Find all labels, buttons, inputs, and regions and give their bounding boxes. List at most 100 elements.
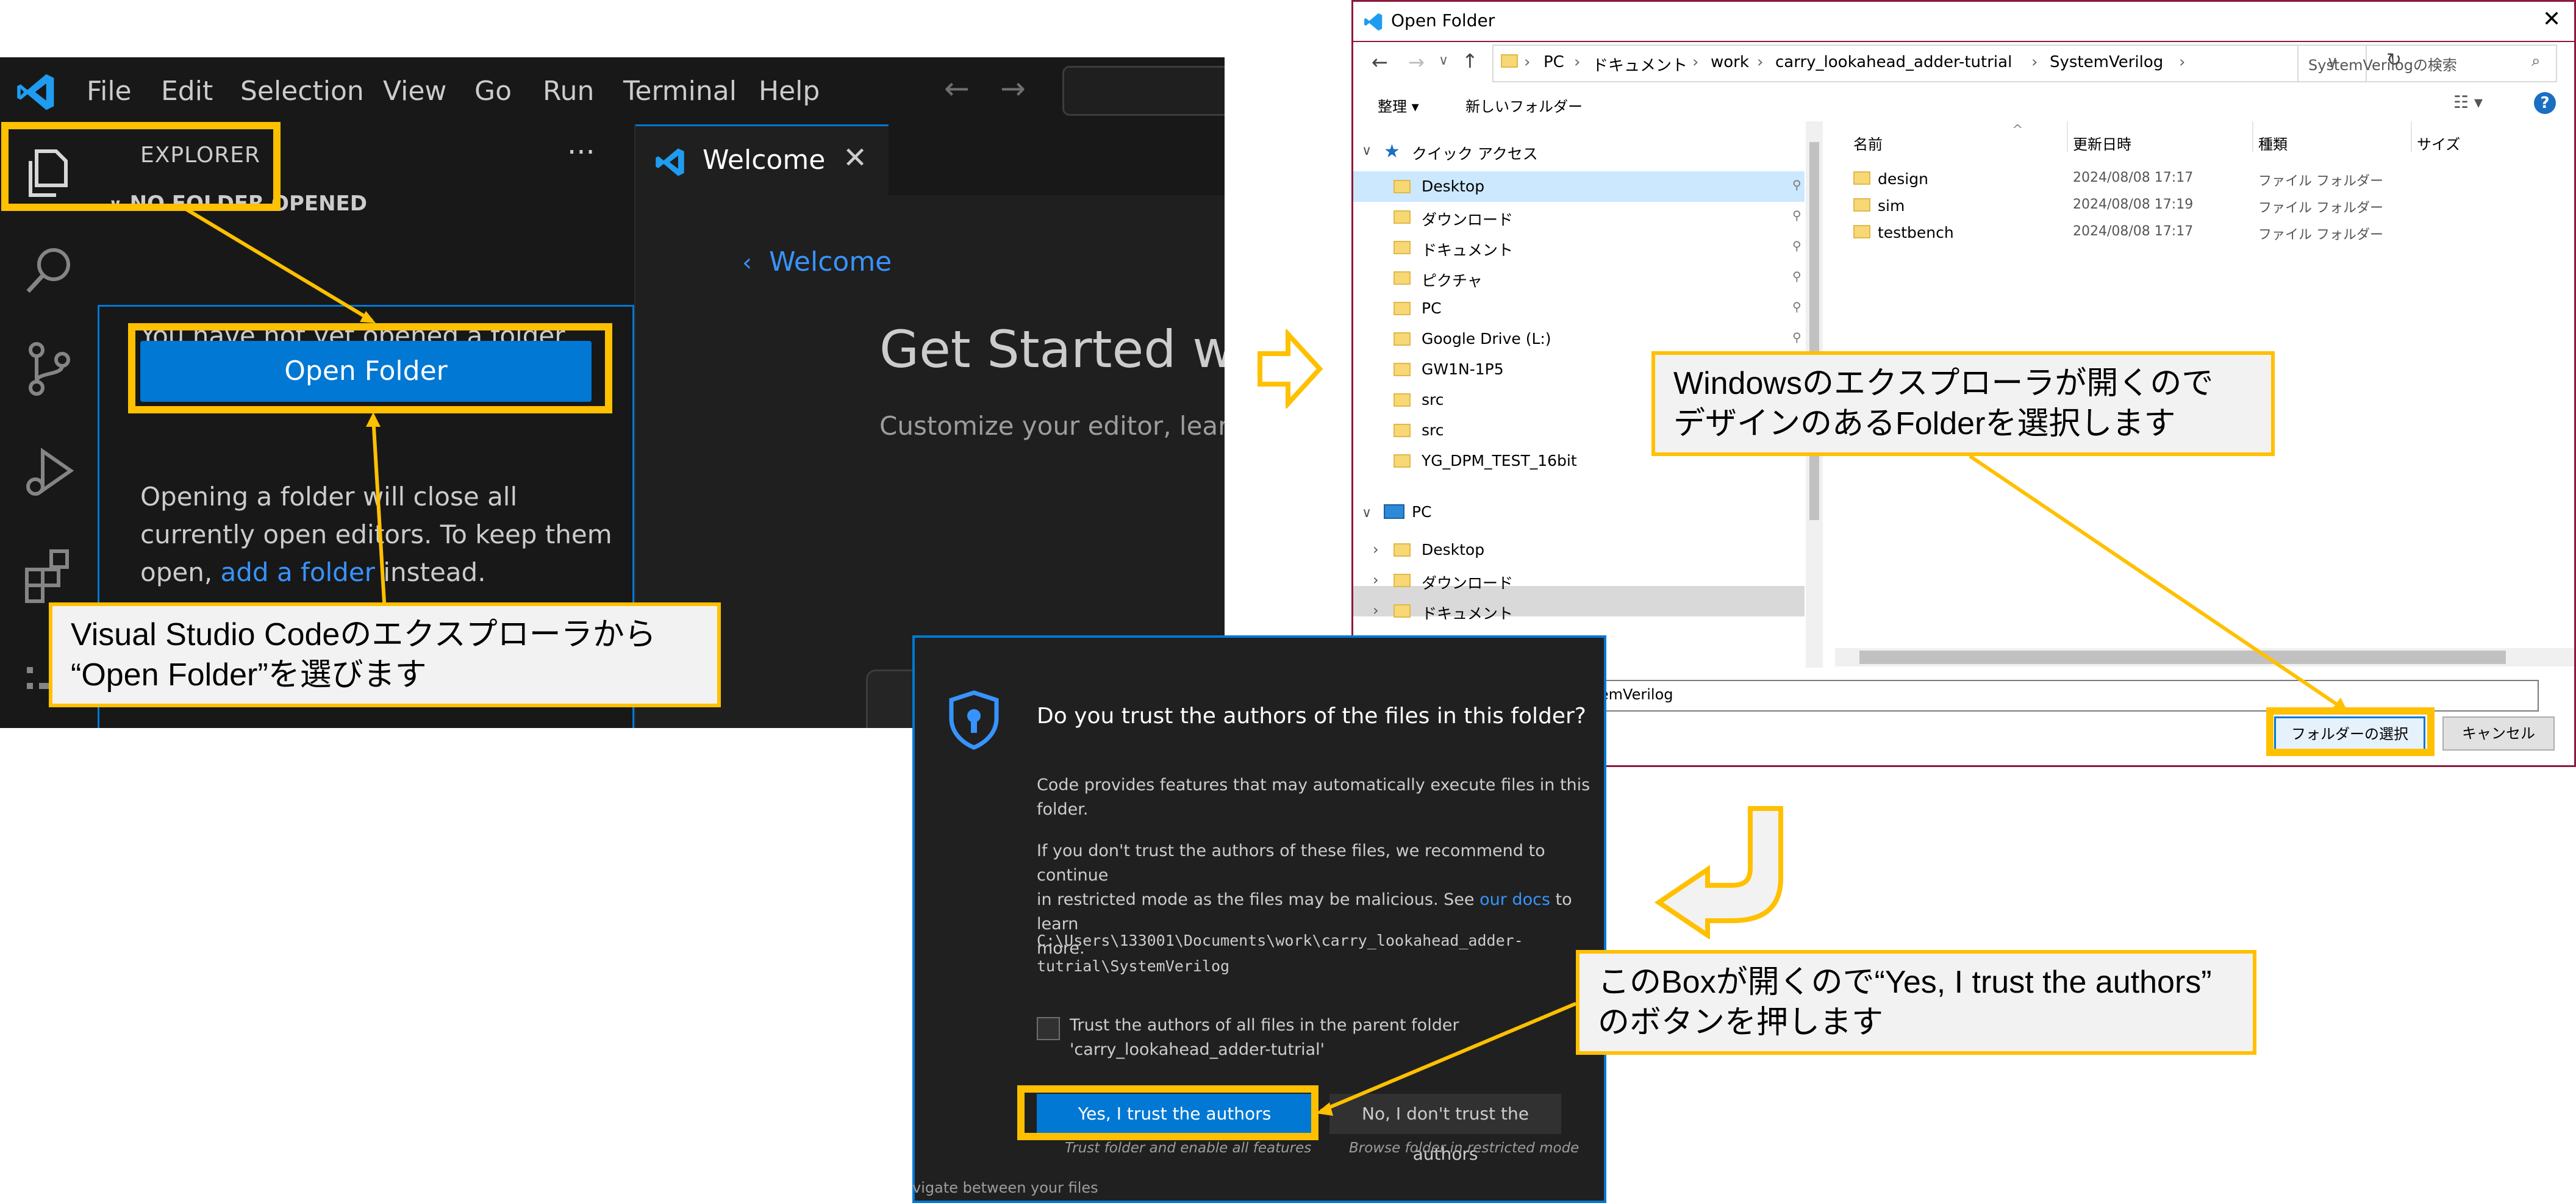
- menu-run[interactable]: Run: [543, 73, 594, 110]
- help-icon[interactable]: ?: [2534, 92, 2556, 114]
- more-actions-icon[interactable]: ···: [567, 135, 595, 170]
- crumb-project[interactable]: carry_lookahead_adder-tutrial: [1775, 53, 2012, 71]
- dialog-title: Open Folder: [1391, 10, 1495, 30]
- quick-access-label[interactable]: クイック アクセス: [1412, 142, 1538, 164]
- folder-icon: [1853, 171, 1870, 185]
- pc-icon: [1384, 504, 1404, 519]
- command-center[interactable]: [1062, 66, 1225, 116]
- file-name: testbench: [1878, 224, 1954, 241]
- callout-vscode-line1: Visual Studio Codeのエクスプローラから: [71, 617, 656, 652]
- trust-check-l1: Trust the authors of all files in the pa…: [1070, 1016, 1459, 1035]
- up-icon[interactable]: ↑: [1462, 49, 1478, 73]
- trust-path-l1: C:\Users\133001\Documents\work\carry_loo…: [1037, 932, 1523, 949]
- trust-paragraph-1: Code provides features that may automati…: [1037, 773, 1590, 822]
- col-type[interactable]: 種類: [2258, 132, 2288, 154]
- dialog-titlebar: Open Folder ✕: [1353, 2, 2574, 42]
- nav-item[interactable]: ドキュメント ⚲: [1353, 232, 1805, 263]
- no-trust-button[interactable]: No, I don't trust the authors: [1329, 1094, 1561, 1164]
- new-folder-button[interactable]: 新しいフォルダー: [1465, 95, 1583, 116]
- expand-chevron-icon[interactable]: ›: [1373, 571, 1379, 588]
- background-fragment: vigate between your files: [912, 1179, 1098, 1196]
- pc-item[interactable]: › Desktop: [1353, 535, 1805, 565]
- cancel-button[interactable]: キャンセル: [2442, 716, 2555, 751]
- forward-icon[interactable]: →: [1408, 51, 1425, 74]
- trust-check-l2: 'carry_lookahead_adder-tutrial': [1070, 1040, 1325, 1059]
- folder-icon: [1394, 302, 1411, 315]
- tab-welcome[interactable]: Welcome ✕: [635, 124, 889, 197]
- back-arrow-icon[interactable]: ←: [944, 71, 970, 106]
- flow-arrow-right-icon: [1258, 329, 1323, 409]
- nav-scroll-thumb[interactable]: [1809, 142, 1819, 520]
- file-row[interactable]: testbench 2024/08/08 17:17 ファイル フォルダー: [1835, 219, 2574, 246]
- menu-view[interactable]: View: [383, 73, 446, 110]
- folder-icon: [1394, 180, 1411, 193]
- file-hscroll-thumb[interactable]: [1859, 651, 2506, 664]
- crumb-documents[interactable]: ドキュメント: [1592, 53, 1687, 76]
- nav-item[interactable]: PC ⚲: [1353, 293, 1805, 324]
- welcome-back-link[interactable]: ‹ Welcome: [742, 246, 892, 277]
- file-date: 2024/08/08 17:17: [2073, 170, 2194, 185]
- menu-help[interactable]: Help: [759, 73, 820, 110]
- pc-item[interactable]: › ダウンロード: [1353, 565, 1805, 596]
- callout-explorer-line2: デザインのあるFolderを選択します: [1673, 406, 2176, 441]
- opening-instead: instead.: [383, 557, 486, 587]
- opening-line-3: open, add a folder instead.: [140, 554, 612, 591]
- recent-dropdown-icon[interactable]: ∨: [1439, 53, 1448, 68]
- search-placeholder: SystemVerilogの検索: [2308, 57, 2457, 74]
- file-row[interactable]: sim 2024/08/08 17:19 ファイル フォルダー: [1835, 192, 2574, 219]
- address-bar[interactable]: › PC › ドキュメント › work › carry_lookahead_a…: [1492, 45, 2367, 82]
- view-options-icon[interactable]: ☷ ▾: [2453, 92, 2483, 112]
- add-folder-link[interactable]: add a folder: [221, 557, 375, 587]
- expand-chevron-icon[interactable]: ›: [1373, 602, 1379, 619]
- crumb-pc[interactable]: PC: [1544, 53, 1564, 71]
- menu-file[interactable]: File: [87, 73, 132, 110]
- folder-icon: [1394, 543, 1411, 557]
- menu-terminal[interactable]: Terminal: [623, 73, 737, 110]
- search-icon[interactable]: [18, 240, 79, 301]
- menu-go[interactable]: Go: [474, 73, 512, 110]
- star-icon: ★: [1384, 141, 1400, 162]
- expand-chevron-icon[interactable]: ›: [1373, 541, 1379, 558]
- crumb-systemverilog[interactable]: SystemVerilog: [2050, 53, 2163, 71]
- col-size[interactable]: サイズ: [2417, 132, 2460, 154]
- source-control-icon[interactable]: [18, 338, 79, 399]
- nav-item[interactable]: ピクチャ ⚲: [1353, 263, 1805, 293]
- menu-selection[interactable]: Selection: [240, 73, 364, 110]
- pc-item[interactable]: › ドキュメント: [1353, 596, 1805, 626]
- trust-folder-path: C:\Users\133001\Documents\work\carry_loo…: [1037, 928, 1523, 979]
- our-docs-link[interactable]: our docs: [1479, 890, 1550, 909]
- col-date[interactable]: 更新日時: [2073, 132, 2131, 154]
- crumb-work[interactable]: work: [1711, 53, 1749, 71]
- dialog-close-icon[interactable]: ✕: [2542, 7, 2561, 32]
- file-row[interactable]: design 2024/08/08 17:17 ファイル フォルダー: [1835, 165, 2574, 192]
- callout-vscode-line2: “Open Folder”を選びます: [71, 657, 427, 693]
- folder-icon: [1394, 393, 1411, 407]
- pc-label[interactable]: PC: [1412, 503, 1432, 521]
- file-type: ファイル フォルダー: [2258, 174, 2383, 189]
- nav-item-label: Google Drive (L:): [1422, 330, 1551, 348]
- organize-menu[interactable]: 整理 ▾: [1378, 95, 1419, 116]
- pin-icon: ⚲: [1792, 269, 1801, 284]
- pin-icon: ⚲: [1792, 177, 1801, 192]
- callout-trust: このBoxが開くので“Yes, I trust the authors” のボタ…: [1576, 950, 2256, 1055]
- nav-item[interactable]: ダウンロード ⚲: [1353, 202, 1805, 232]
- extensions-icon[interactable]: [18, 545, 79, 606]
- folder-icon: [1394, 332, 1411, 346]
- folder-icon: [1394, 210, 1411, 224]
- nav-item-label: GW1N-1P5: [1422, 360, 1504, 378]
- welcome-back-label: Welcome: [768, 246, 892, 277]
- forward-arrow-icon[interactable]: →: [1000, 71, 1026, 106]
- menu-edit[interactable]: Edit: [161, 73, 213, 110]
- nav-item[interactable]: Desktop ⚲: [1353, 171, 1805, 202]
- trust-parent-checkbox[interactable]: [1037, 1017, 1060, 1040]
- back-icon[interactable]: ←: [1372, 51, 1388, 74]
- dialog-search-input[interactable]: SystemVerilogの検索 ⌕: [2297, 45, 2557, 82]
- run-debug-icon[interactable]: [18, 441, 79, 502]
- nav-item[interactable]: Google Drive (L:) ⚲: [1353, 324, 1805, 354]
- folder-icon: [1853, 225, 1870, 238]
- flow-arrow-down-left-icon: [1654, 806, 1783, 939]
- close-icon[interactable]: ✕: [843, 141, 867, 175]
- highlight-explorer: [1, 122, 281, 211]
- col-name[interactable]: 名前: [1853, 132, 1883, 154]
- folder-icon: [1394, 271, 1411, 285]
